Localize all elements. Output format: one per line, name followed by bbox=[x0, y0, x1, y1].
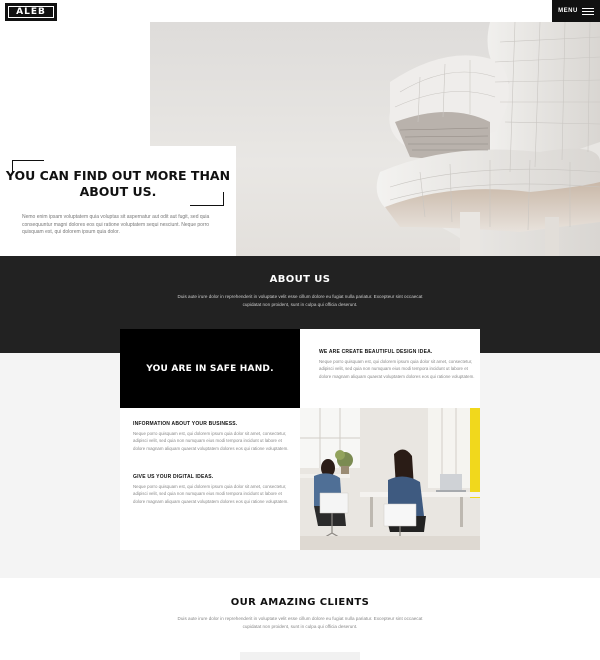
corner-bracket-bottom-right bbox=[190, 192, 224, 206]
logo-text: ALEB bbox=[16, 7, 46, 17]
feature-text: Neque porro quisquam est, qui dolorem ip… bbox=[319, 359, 475, 379]
features-panel: YOU ARE IN SAFE HAND. WE ARE CREATE BEAU… bbox=[120, 329, 480, 550]
feature-title: GIVE US YOUR DIGITAL IDEAS. bbox=[133, 474, 214, 480]
hero-description: Nemo enim ipsam voluptatem quia voluptas… bbox=[22, 214, 210, 235]
feature-block-business: INFORMATION ABOUT YOUR BUSINESS. Neque p… bbox=[133, 421, 293, 452]
menu-button[interactable]: MENU bbox=[552, 0, 600, 22]
office-image bbox=[300, 408, 480, 550]
hamburger-icon bbox=[581, 7, 594, 15]
feature-block-design: WE ARE CREATE BEAUTIFUL DESIGN IDEA. Neq… bbox=[319, 349, 479, 380]
feature-text: Neque porro quisquam est, qui dolorem ip… bbox=[133, 484, 289, 504]
safe-hand-box: YOU ARE IN SAFE HAND. bbox=[120, 329, 300, 408]
feature-title: INFORMATION ABOUT YOUR BUSINESS. bbox=[133, 421, 238, 427]
logo[interactable]: ALEB bbox=[5, 3, 57, 21]
clients-description: Duis aute irure dolor in reprehenderit i… bbox=[177, 616, 423, 629]
clients-logo-strip bbox=[240, 652, 360, 660]
feature-title: WE ARE CREATE BEAUTIFUL DESIGN IDEA. bbox=[319, 349, 433, 355]
safe-hand-title: YOU ARE IN SAFE HAND. bbox=[146, 363, 274, 374]
clients-title: OUR AMAZING CLIENTS bbox=[230, 597, 370, 608]
feature-block-ideas: GIVE US YOUR DIGITAL IDEAS. Neque porro … bbox=[133, 474, 293, 505]
menu-label: MENU bbox=[558, 8, 578, 14]
hero-card: YOU CAN FIND OUT MORE THAN ABOUT US. Nem… bbox=[0, 146, 236, 256]
about-title: ABOUT US bbox=[269, 274, 331, 285]
feature-text: Neque porro quisquam est, qui dolorem ip… bbox=[133, 431, 289, 451]
about-description: Duis aute irure dolor in reprehenderit i… bbox=[177, 294, 423, 307]
